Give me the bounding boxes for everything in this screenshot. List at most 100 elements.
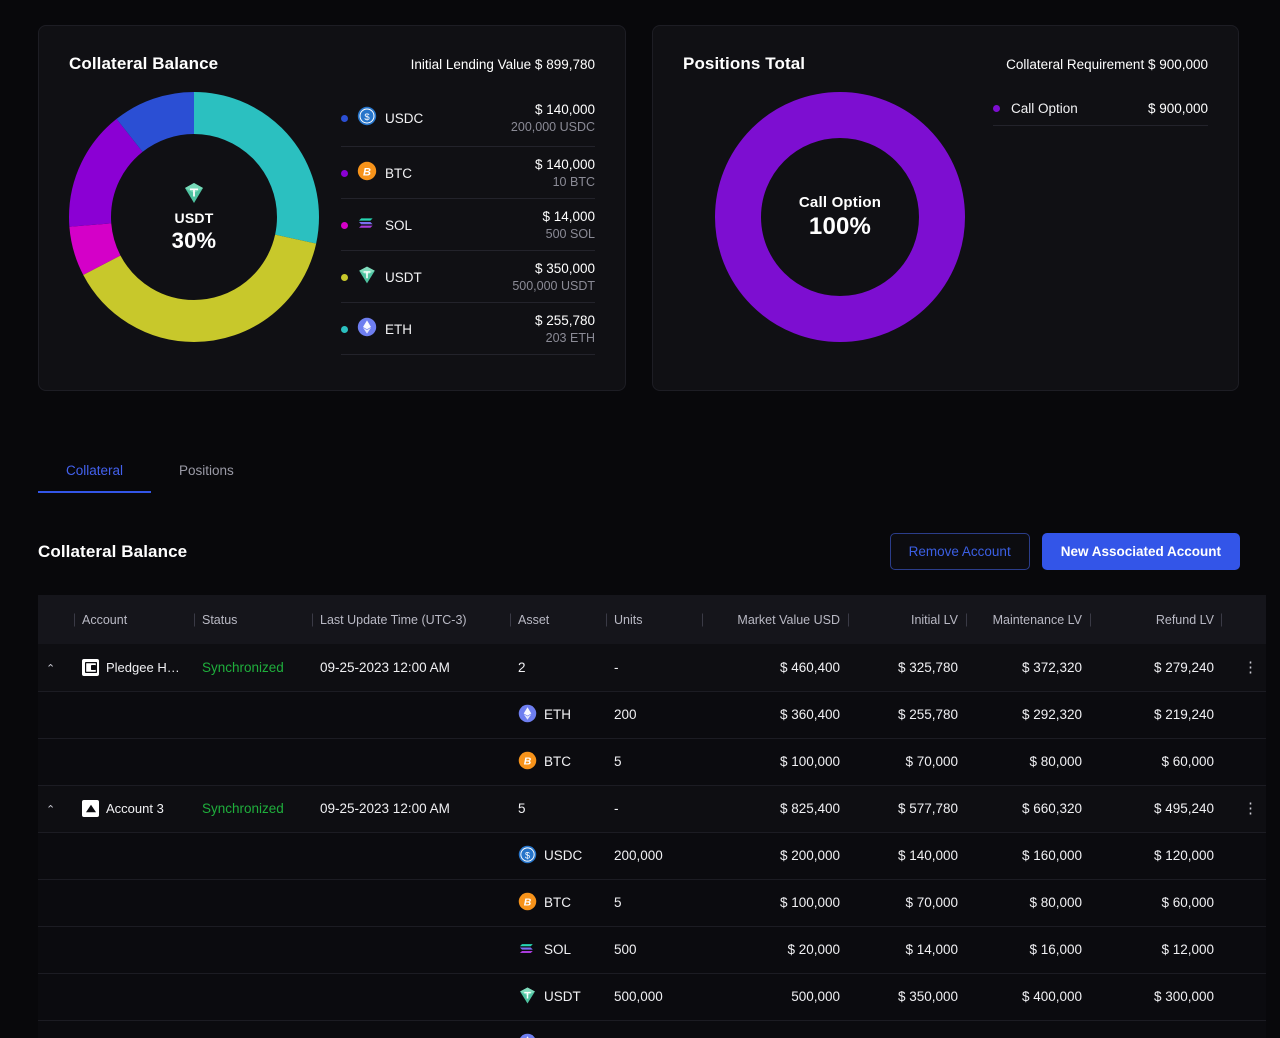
collateral-balance-card: Collateral Balance Initial Lending Value… (38, 25, 626, 391)
legend-values: $ 14,000 500 SOL (542, 209, 595, 241)
legend-item[interactable]: ETH $ 255,780 203 ETH (341, 303, 595, 355)
th-last-update-time[interactable]: Last Update Time (UTC-3) (312, 595, 510, 644)
legend-units: 500 SOL (545, 227, 595, 241)
tab-collateral[interactable]: Collateral (38, 463, 152, 493)
asset-count-cell: 5 (510, 785, 606, 833)
row-actions-cell (1222, 973, 1266, 1021)
legend-amount: $ 350,000 (534, 261, 595, 276)
maintenance-lv-cell: $ 80,000 (966, 879, 1090, 927)
table-row[interactable]: B BTC 5 $ 100,000 $ 70,000 $ 80,000 $ 60… (38, 879, 1266, 927)
time-spacer (312, 832, 510, 880)
account-spacer (74, 691, 194, 739)
legend-item[interactable]: B BTC $ 140,000 10 BTC (341, 147, 595, 199)
th-market-value-usd[interactable]: Market Value USD (702, 595, 848, 644)
more-options-icon[interactable]: ⋮ (1243, 659, 1258, 676)
legend-amount: $ 255,780 (534, 313, 595, 328)
table-row[interactable]: ETH 200 $ 360,400 $ 255,780 $ 292,320 $ … (38, 691, 1266, 739)
expand-toggle-cell[interactable]: ⌃ (38, 644, 74, 692)
tab-positions[interactable]: Positions (151, 463, 262, 493)
asset-name: ETH (544, 707, 571, 722)
expand-spacer (38, 832, 74, 880)
legend-values: $ 900,000 (1148, 101, 1208, 116)
refund-lv-cell: $ 279,240 (1090, 644, 1222, 692)
expand-spacer (38, 879, 74, 927)
table-row[interactable]: USDT 500,000 500,000 $ 350,000 $ 400,000… (38, 973, 1266, 1021)
table-row[interactable]: ⌃ Account 3 Synchronized 09-25-2023 12:0… (38, 785, 1266, 833)
th-account[interactable]: Account (74, 595, 194, 644)
donut-center-label: USDT (174, 209, 214, 226)
initial-lv-cell: $ 325,780 (848, 644, 966, 692)
legend-values: $ 140,000 200,000 USDC (511, 102, 595, 134)
th-asset[interactable]: Asset (510, 595, 606, 644)
positions-total-card: Positions Total Collateral Requirement $… (652, 25, 1239, 391)
asset-name: USDT (544, 989, 581, 1004)
th-initial-lv[interactable]: Initial LV (848, 595, 966, 644)
table-row[interactable]: $ USDC 200,000 $ 200,000 $ 140,000 $ 160… (38, 832, 1266, 880)
account-spacer (74, 879, 194, 927)
status-spacer (194, 973, 312, 1021)
legend-amount: $ 140,000 (534, 102, 595, 117)
th-maintenance-lv[interactable]: Maintenance LV (966, 595, 1090, 644)
asset-count-cell: 2 (510, 644, 606, 692)
initial-lv-cell: $ 70,000 (848, 738, 966, 786)
maintenance-lv-cell: $ 4,320 (966, 1020, 1090, 1038)
expand-spacer (38, 973, 74, 1021)
legend-color-dot (993, 105, 1000, 112)
collateral-donut-chart: USDT 30% (69, 92, 319, 342)
tab-bar: Collateral Positions (38, 463, 1280, 493)
legend-item[interactable]: $ USDC $ 140,000 200,000 USDC (341, 95, 595, 147)
market-value-cell: $ 360,400 (702, 691, 848, 739)
legend-color-dot (341, 221, 348, 229)
row-actions-cell (1222, 738, 1266, 786)
units-cell: 3 (606, 1020, 702, 1038)
row-actions-cell[interactable]: ⋮ (1222, 644, 1266, 692)
initial-lv-cell: $ 577,780 (848, 785, 966, 833)
units-cell: 5 (606, 738, 702, 786)
section-actions: Remove Account New Associated Account (889, 533, 1240, 570)
account-cell: Account 3 (74, 785, 194, 833)
refund-lv-cell: $ 60,000 (1090, 738, 1222, 786)
expand-spacer (38, 1020, 74, 1038)
expand-toggle-cell[interactable]: ⌃ (38, 785, 74, 833)
column-divider (702, 613, 703, 626)
wallet-icon (82, 658, 99, 676)
legend-item[interactable]: Call Option $ 900,000 (993, 95, 1208, 126)
chevron-up-icon[interactable]: ⌃ (46, 805, 60, 816)
th-status[interactable]: Status (194, 595, 312, 644)
legend-item[interactable]: USDT $ 350,000 500,000 USDT (341, 251, 595, 303)
th-refund-lv[interactable]: Refund LV (1090, 595, 1222, 644)
asset-cell: SOL (510, 926, 606, 974)
status-spacer (194, 879, 312, 927)
table-row[interactable]: SOL 500 $ 20,000 $ 14,000 $ 16,000 $ 12,… (38, 926, 1266, 974)
positions-donut-chart: Call Option 100% (715, 92, 965, 342)
eth-coin-icon (357, 317, 377, 342)
remove-account-button[interactable]: Remove Account (889, 533, 1030, 570)
legend-item[interactable]: SOL $ 14,000 500 SOL (341, 199, 595, 251)
time-spacer (312, 691, 510, 739)
legend-amount: $ 14,000 (542, 209, 595, 224)
time-spacer (312, 738, 510, 786)
table-row[interactable]: ⌃ Pledgee Hol... Synchronized 09-25-2023… (38, 644, 1266, 692)
svg-text:B: B (363, 166, 371, 178)
market-value-cell: $ 825,400 (702, 785, 848, 833)
initial-lv-cell: $ 350,000 (848, 973, 966, 1021)
th-units[interactable]: Units (606, 595, 702, 644)
account-spacer (74, 738, 194, 786)
row-actions-cell[interactable]: ⋮ (1222, 785, 1266, 833)
chevron-up-icon[interactable]: ⌃ (46, 663, 60, 675)
initial-lv-cell: $ 70,000 (848, 879, 966, 927)
new-associated-account-button[interactable]: New Associated Account (1041, 533, 1240, 570)
more-options-icon[interactable]: ⋮ (1243, 800, 1258, 817)
market-value-cell: $ 20,000 (702, 926, 848, 974)
table-row[interactable]: ETH 3 $ 5,400 $ 3,780 $ 4,320 $ 3,240 (38, 1020, 1266, 1038)
table-header-row: Account Status Last Update Time (UTC-3) … (38, 595, 1266, 644)
status-spacer (194, 691, 312, 739)
asset-cell: $ USDC (510, 832, 606, 880)
table-row[interactable]: B BTC 5 $ 100,000 $ 70,000 $ 80,000 $ 60… (38, 738, 1266, 786)
status-badge: Synchronized (202, 801, 284, 816)
maintenance-lv-cell: $ 16,000 (966, 926, 1090, 974)
dashboard-page: Collateral Balance Initial Lending Value… (0, 0, 1280, 1038)
market-value-cell: 500,000 (702, 973, 848, 1021)
row-actions-cell (1222, 832, 1266, 880)
card-title: Collateral Balance (69, 54, 219, 73)
